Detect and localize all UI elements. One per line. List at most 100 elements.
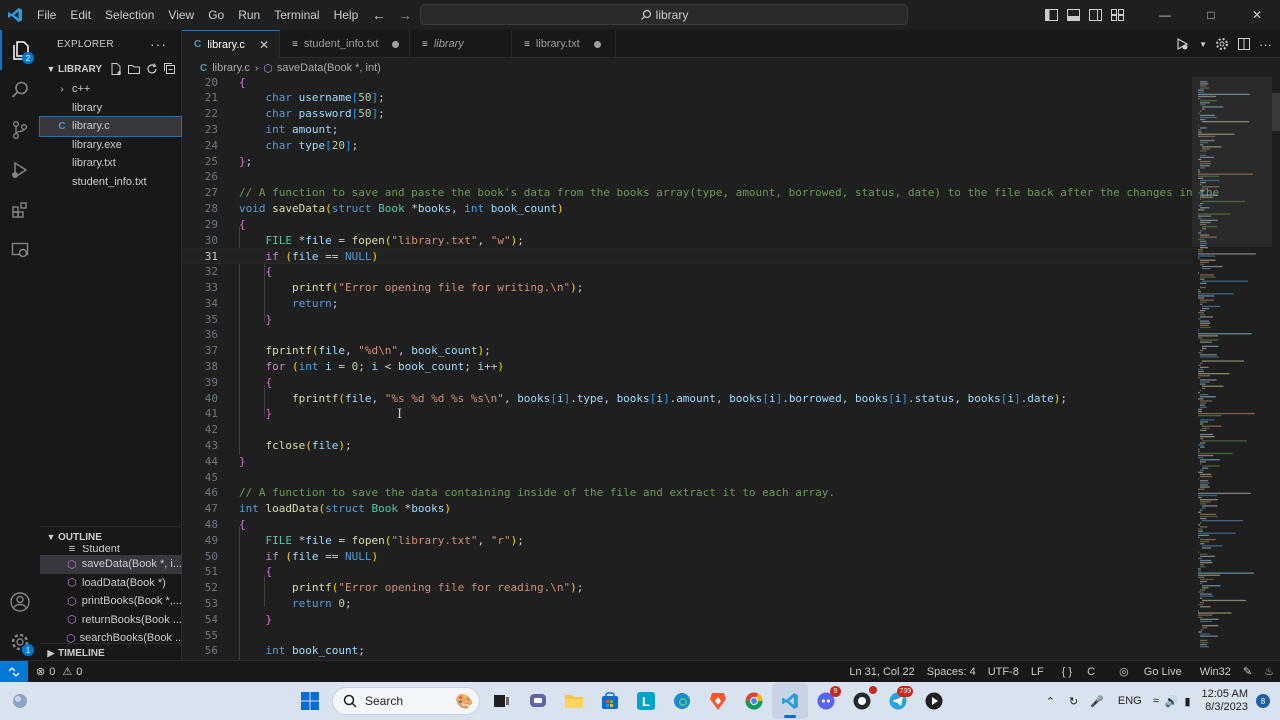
collapse-all-icon[interactable] [163, 62, 177, 76]
run-debug-icon[interactable] [0, 150, 40, 190]
new-file-icon[interactable] [109, 62, 123, 76]
remote-indicator-icon[interactable] [0, 660, 28, 683]
tree-folder-cpp[interactable]: › c++ [40, 80, 181, 99]
breadcrumb-file[interactable]: library.c [212, 62, 250, 74]
code-line[interactable]: 40 fprintf(file, "%s %d %d %s %s\n", boo… [182, 391, 1192, 407]
tree-file-library[interactable]: library [40, 99, 181, 118]
outline-item-returnbooks[interactable]: ⬡ returnBooks(Book ... [40, 611, 182, 630]
tab-library[interactable]: ≡ library [410, 30, 512, 58]
scrollbar-thumb[interactable] [1272, 93, 1280, 131]
tree-file-library-c[interactable]: Clibrary.c [39, 116, 182, 137]
manage-gear-icon[interactable]: 1 [0, 622, 40, 662]
code-line[interactable]: 49 FILE *file = fopen("library.txt", "r"… [182, 533, 1192, 549]
platform[interactable]: Win32 [1194, 666, 1237, 678]
microphone-icon[interactable]: 🎤 [1084, 695, 1110, 708]
remote-explorer-icon[interactable] [0, 230, 40, 270]
language-mode[interactable]: { } C [1050, 666, 1107, 678]
code-line[interactable]: 53 return 0; [182, 596, 1192, 612]
outline-item-student[interactable]: ≡ Student [40, 545, 182, 555]
code-line[interactable]: 24 char type[20]; [182, 138, 1192, 154]
task-view-icon[interactable] [484, 683, 520, 719]
explorer-icon[interactable]: 2 [0, 30, 40, 70]
breadcrumb-symbol[interactable]: saveData(Book *, int) [277, 62, 381, 74]
feedback-icon[interactable]: ✎ [1237, 665, 1258, 678]
volume-icon[interactable]: 🔊 [1162, 695, 1182, 708]
run-code-icon[interactable] [1175, 37, 1191, 51]
menu-edit[interactable]: Edit [63, 0, 98, 30]
teams-chat-icon[interactable] [520, 683, 556, 719]
outline-item-loaddata[interactable]: ⬡ loadData(Book *) [40, 574, 182, 593]
code-line[interactable]: 52 printf("Error opening file for readin… [182, 580, 1192, 596]
media-player-icon[interactable] [916, 683, 952, 719]
run-dropdown-icon[interactable]: ▼ [1199, 40, 1207, 49]
clock[interactable]: 12:05 AM 8/3/2023 [1194, 688, 1256, 714]
discord-icon[interactable]: 9 [808, 683, 844, 719]
menu-run[interactable]: Run [231, 0, 267, 30]
code-line[interactable]: 50 if (file == NULL) [182, 549, 1192, 565]
minimap[interactable] [1192, 77, 1272, 660]
outline-header[interactable]: ▼ OUTLINE [40, 527, 182, 547]
vscode-taskbar-icon[interactable] [772, 683, 808, 719]
windows-start-icon[interactable] [292, 683, 328, 719]
code-line[interactable]: 25}; [182, 154, 1192, 170]
widgets-icon[interactable] [2, 683, 38, 719]
tab-library-txt[interactable]: ≡ library.txt [512, 30, 616, 58]
taskbar-search[interactable]: Search 🎨 [332, 687, 480, 715]
code-line[interactable]: 28 void saveData(struct Book *books, int … [182, 201, 1192, 217]
menu-help[interactable]: Help [327, 0, 366, 30]
vertical-scrollbar[interactable] [1272, 77, 1280, 660]
telegram-icon[interactable]: 739 [880, 683, 916, 719]
chrome-browser-icon[interactable] [736, 683, 772, 719]
sync-icon[interactable]: ↻ [1063, 695, 1084, 708]
menu-selection[interactable]: Selection [98, 0, 161, 30]
cursor-position[interactable]: Ln 31, Col 22 [843, 666, 920, 678]
problems-indicator[interactable]: ⊗ 0 ⚠ 0 [36, 665, 82, 679]
settings-gear-icon[interactable] [1215, 37, 1229, 51]
command-center-search[interactable]: library [420, 4, 908, 25]
close-window-icon[interactable]: ✕ [1234, 0, 1280, 30]
new-folder-icon[interactable] [127, 62, 141, 76]
toggle-secondary-sidebar-icon[interactable] [1084, 0, 1106, 30]
unsaved-dot-icon[interactable] [392, 40, 399, 48]
ms-store-icon[interactable] [592, 683, 628, 719]
code-line[interactable]: 30 FILE *file = fopen("library.txt", "w"… [182, 233, 1192, 249]
code-line[interactable]: 22 char password[50]; [182, 106, 1192, 122]
minimap-slider[interactable] [1192, 77, 1272, 247]
code-line[interactable]: 29 { [182, 217, 1192, 233]
battery-icon[interactable]: ▮ [1181, 695, 1193, 708]
line-ending[interactable]: LF [1025, 666, 1050, 678]
outline-item-printbooks[interactable]: ⬡ printBooks(Book *,... [40, 592, 182, 611]
language-indicator[interactable]: ENG [1110, 695, 1150, 707]
notification-count-badge[interactable]: 8 [1256, 694, 1270, 708]
extensions-icon[interactable] [0, 190, 40, 230]
code-line[interactable]: 56 int book_count; [182, 643, 1192, 659]
show-hidden-icons-icon[interactable]: ⌃ [1038, 695, 1063, 708]
code-line[interactable]: 36 [182, 327, 1192, 343]
notifications-bell-icon[interactable]: ♨ [1258, 665, 1280, 678]
code-line[interactable]: 46 // A function to save the data contain… [182, 485, 1192, 501]
code-line[interactable]: 33 printf("Error opening file for writin… [182, 280, 1192, 296]
maximize-icon[interactable]: □ [1188, 0, 1234, 30]
source-control-icon[interactable] [0, 110, 40, 150]
menu-file[interactable]: File [30, 0, 63, 30]
close-tab-icon[interactable]: ✕ [259, 38, 269, 52]
wifi-icon[interactable]: ≈ [1150, 695, 1162, 707]
minimize-icon[interactable]: — [1142, 0, 1188, 30]
more-actions-icon[interactable]: ··· [150, 36, 167, 52]
tab-student-info-txt[interactable]: ≡ student_info.txt [280, 30, 410, 58]
code-line[interactable]: 35 } [182, 312, 1192, 328]
code-line[interactable]: 41 } [182, 406, 1192, 422]
code-line[interactable]: 47 int loadData(struct Book *books) [182, 501, 1192, 517]
code-line[interactable]: 48 { [182, 517, 1192, 533]
more-actions-icon[interactable]: ··· [1259, 37, 1272, 52]
forward-arrow-icon[interactable]: → [398, 7, 412, 23]
unsaved-dot-icon[interactable] [593, 40, 601, 48]
code-line[interactable]: 45 [182, 470, 1192, 486]
encoding[interactable]: UTF-8 [982, 666, 1025, 678]
l-app-icon[interactable]: L [628, 683, 664, 719]
code-line[interactable]: 43 fclose(file); [182, 438, 1192, 454]
code-line[interactable]: 38 for (int i = 0; i < book_count; i++) [182, 359, 1192, 375]
code-line[interactable]: 39 { [182, 375, 1192, 391]
accounts-icon[interactable] [0, 582, 40, 622]
brave-browser-icon[interactable] [700, 683, 736, 719]
